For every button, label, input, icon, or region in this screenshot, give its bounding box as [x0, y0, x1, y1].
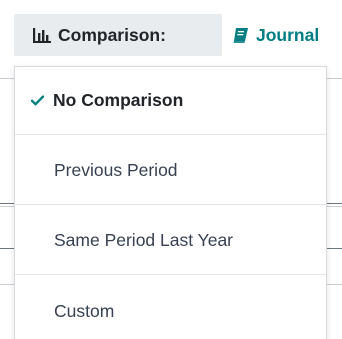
menu-item-previous-period[interactable]: Previous Period: [15, 137, 326, 205]
menu-item-no-comparison[interactable]: No Comparison: [15, 67, 326, 135]
background-divider: [0, 78, 14, 79]
background-divider: [0, 284, 14, 285]
menu-item-custom[interactable]: Custom: [15, 277, 326, 339]
checkmark-icon: [31, 95, 45, 106]
menu-item-label: Same Period Last Year: [54, 230, 234, 250]
comparison-button-label: Comparison:: [58, 24, 166, 45]
background-divider: [327, 206, 342, 207]
background-divider: [327, 284, 342, 285]
comparison-dropdown-button[interactable]: Comparison:: [14, 14, 222, 56]
background-divider: [0, 206, 14, 207]
report-toolbar: Comparison: Journal: [0, 0, 342, 67]
journal-button-label: Journal: [256, 24, 320, 45]
menu-item-same-period-last-year[interactable]: Same Period Last Year: [15, 207, 326, 275]
background-divider: [327, 78, 342, 79]
background-divider: [0, 248, 14, 249]
menu-item-label: Previous Period: [54, 160, 178, 180]
background-divider: [0, 203, 14, 204]
report-page: Comparison: Journal No Comparison Previo…: [0, 0, 342, 339]
bar-chart-icon: [32, 27, 52, 44]
background-divider: [327, 248, 342, 249]
menu-item-label: Custom: [54, 300, 115, 321]
journal-filter-button[interactable]: Journal: [232, 14, 319, 56]
menu-item-label: No Comparison: [53, 90, 184, 110]
book-icon: [232, 27, 250, 44]
comparison-dropdown-menu: No Comparison Previous Period Same Perio…: [14, 66, 327, 339]
background-divider: [327, 203, 342, 204]
